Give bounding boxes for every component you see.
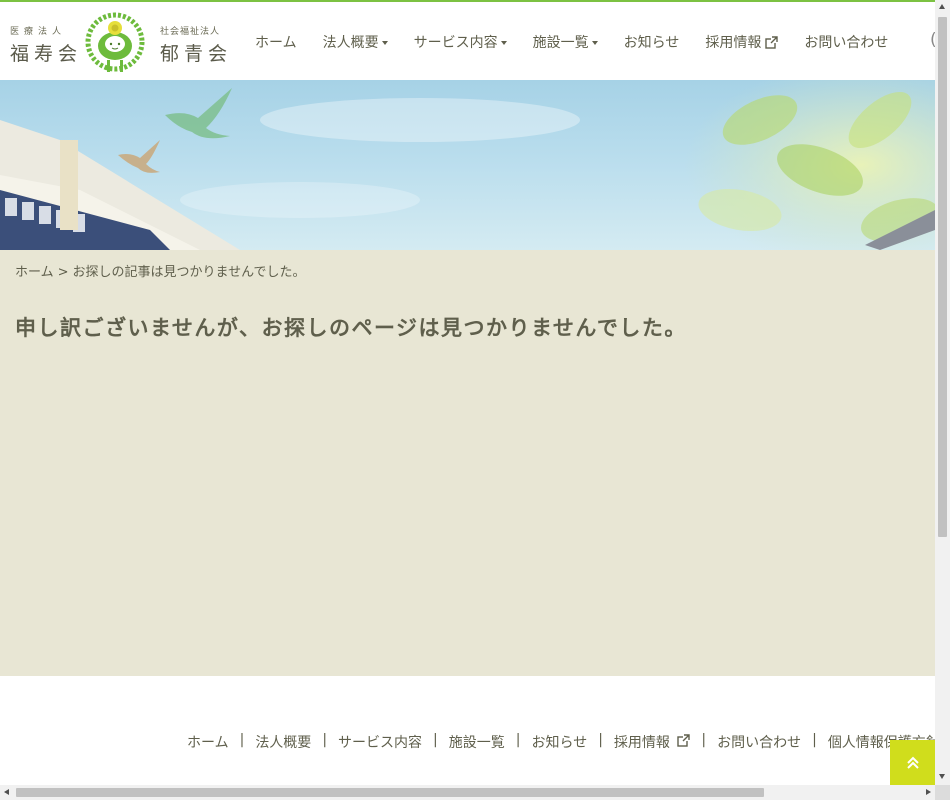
horizontal-scroll-thumb[interactable]: [16, 788, 764, 797]
site-header: 医療法人 福寿会 社会福祉法人 郁青会 ホーム 法人概要 サービス内容 施設一覧…: [0, 2, 935, 80]
site-footer: ホーム | 法人概要 | サービス内容 | 施設一覧 | お知らせ | 採用情報…: [0, 676, 935, 785]
nav-corporate-overview-label: 法人概要: [322, 35, 379, 51]
hero-banner: [0, 80, 935, 250]
scroll-down-arrow-icon[interactable]: [939, 774, 945, 779]
footer-link-recruit-label: 採用情報: [613, 735, 670, 751]
logo-fukujukai[interactable]: 医療法人 福寿会: [10, 24, 82, 66]
logo-right-sub: 社会福祉法人: [160, 27, 221, 37]
back-to-top-button[interactable]: [890, 740, 935, 785]
logo-left-main: 福寿会: [10, 43, 83, 65]
nav-home[interactable]: ホーム: [255, 32, 297, 52]
footer-link-services[interactable]: サービス内容: [338, 732, 422, 752]
nav-facilities[interactable]: 施設一覧: [533, 32, 598, 52]
hero-illustration: [0, 80, 935, 250]
nav-services[interactable]: サービス内容: [414, 32, 507, 52]
footer-separator: |: [515, 732, 521, 748]
breadcrumb-current: お探しの記事は見つかりませんでした。: [72, 265, 306, 280]
footer-link-recruit[interactable]: 採用情報: [613, 732, 691, 752]
nav-recruit-label: 採用情報: [705, 35, 762, 51]
footer-separator: |: [598, 732, 603, 748]
scroll-right-arrow-icon[interactable]: [926, 789, 931, 795]
external-link-icon: [677, 734, 691, 747]
nav-home-label: ホーム: [255, 35, 297, 51]
vertical-scroll-thumb[interactable]: [938, 17, 947, 537]
main-content: ホーム > お探しの記事は見つかりませんでした。 申し訳ございませんが、お探しのペー…: [0, 250, 935, 676]
footer-link-news[interactable]: お知らせ: [531, 732, 587, 752]
nav-recruit[interactable]: 採用情報: [705, 32, 779, 52]
nav-news-label: お知らせ: [623, 35, 680, 51]
external-link-icon: [765, 35, 779, 49]
double-chevron-up-icon: [906, 756, 919, 769]
scroll-left-arrow-icon[interactable]: [4, 789, 9, 795]
nav-news[interactable]: お知らせ: [624, 32, 680, 52]
logo-ikuseikai[interactable]: 社会福祉法人 郁青会: [160, 24, 232, 66]
logo-left-sub: 医療法人: [10, 27, 67, 37]
caret-down-icon: [591, 40, 598, 45]
main-nav: ホーム 法人概要 サービス内容 施設一覧 お知らせ 採用情報 お問い合わせ: [255, 32, 914, 52]
vertical-scrollbar[interactable]: [935, 0, 950, 785]
footer-nav: ホーム | 法人概要 | サービス内容 | 施設一覧 | お知らせ | 採用情報…: [187, 732, 935, 752]
footer-separator: |: [239, 732, 245, 748]
nav-contact[interactable]: お問い合わせ: [804, 32, 888, 52]
scrollbar-corner: [935, 785, 950, 800]
footer-link-corporate-overview[interactable]: 法人概要: [255, 732, 311, 752]
footer-separator: |: [701, 732, 707, 748]
page: 医療法人 福寿会 社会福祉法人 郁青会 ホーム 法人概要 サービス内容 施設一覧…: [0, 0, 935, 785]
nav-facilities-label: 施設一覧: [532, 35, 589, 51]
breadcrumb: ホーム > お探しの記事は見つかりませんでした。: [15, 261, 310, 280]
nav-services-label: サービス内容: [413, 35, 498, 51]
caret-down-icon: [500, 40, 507, 45]
horizontal-scrollbar[interactable]: [0, 785, 935, 800]
footer-separator: |: [812, 732, 817, 748]
footer-link-home[interactable]: ホーム: [187, 732, 229, 752]
footer-link-facilities[interactable]: 施設一覧: [449, 732, 505, 752]
logo-right-main: 郁青会: [160, 43, 233, 65]
breadcrumb-separator: >: [57, 265, 69, 280]
footer-separator: |: [433, 732, 438, 748]
sheep-wreath-logo-icon[interactable]: [83, 6, 147, 78]
scroll-up-arrow-icon[interactable]: [939, 4, 945, 9]
not-found-message: 申し訳ございませんが、お探しのページは見つかりませんでした。: [15, 316, 687, 340]
nav-corporate-overview[interactable]: 法人概要: [323, 32, 388, 52]
caret-down-icon: [381, 40, 388, 45]
nav-contact-label: お問い合わせ: [804, 35, 889, 51]
breadcrumb-home[interactable]: ホーム: [15, 265, 54, 280]
footer-link-contact[interactable]: お問い合わせ: [717, 732, 801, 752]
footer-separator: |: [322, 732, 328, 748]
